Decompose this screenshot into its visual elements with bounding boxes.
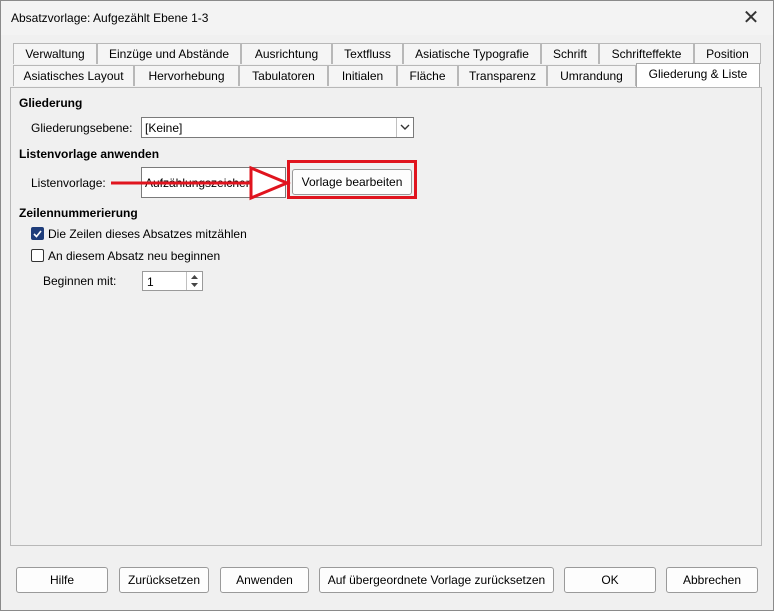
tab-asiatische-typografie[interactable]: Asiatische Typografie	[403, 43, 541, 64]
spinner-arrows-icon[interactable]	[186, 272, 202, 290]
tab-verwaltung[interactable]: Verwaltung	[13, 43, 97, 64]
start-with-spinner[interactable]: 1	[142, 271, 203, 291]
line-numbering-header: Zeilennummerierung	[19, 206, 138, 220]
count-lines-label: Die Zeilen dieses Absatzes mitzählen	[48, 227, 247, 241]
outline-level-select[interactable]: [Keine]	[141, 117, 414, 138]
reset-button[interactable]: Zurücksetzen	[119, 567, 209, 593]
outline-header: Gliederung	[19, 96, 83, 110]
chevron-down-icon	[396, 118, 413, 137]
tab-ausrichtung[interactable]: Ausrichtung	[241, 43, 332, 64]
tab-schrifteffekte[interactable]: Schrifteffekte	[599, 43, 694, 64]
outline-level-value: [Keine]	[145, 121, 183, 135]
list-style-label: Listenvorlage:	[31, 176, 106, 190]
title-bar: Absatzvorlage: Aufgezählt Ebene 1-3 ✕	[1, 1, 773, 35]
tab-umrandung[interactable]: Umrandung	[547, 65, 636, 86]
window-title: Absatzvorlage: Aufgezählt Ebene 1-3	[11, 11, 209, 25]
tab-hervorhebung[interactable]: Hervorhebung	[134, 65, 239, 86]
tab-textfluss[interactable]: Textfluss	[332, 43, 403, 64]
tab-transparenz[interactable]: Transparenz	[458, 65, 547, 86]
tab-asiatisches-layout[interactable]: Asiatisches Layout	[13, 65, 134, 86]
outline-level-label: Gliederungsebene:	[31, 121, 133, 135]
close-icon[interactable]: ✕	[739, 6, 763, 30]
tab-gliederung-liste[interactable]: Gliederung & Liste	[636, 63, 760, 87]
reset-to-parent-button[interactable]: Auf übergeordnete Vorlage zurücksetzen	[319, 567, 554, 593]
annotation-highlight-box	[287, 160, 417, 199]
apply-button[interactable]: Anwenden	[220, 567, 309, 593]
start-with-label: Beginnen mit:	[43, 274, 117, 288]
tab-initialen[interactable]: Initialen	[328, 65, 397, 86]
tab-einzuege[interactable]: Einzüge und Abstände	[97, 43, 241, 64]
help-button[interactable]: Hilfe	[16, 567, 108, 593]
ok-button[interactable]: OK	[564, 567, 656, 593]
count-lines-checkbox[interactable]	[31, 227, 44, 240]
tab-position[interactable]: Position	[694, 43, 761, 64]
start-with-value: 1	[147, 275, 154, 289]
annotation-arrow-icon	[111, 165, 291, 201]
dialog-window: Absatzvorlage: Aufgezählt Ebene 1-3 ✕ Ve…	[0, 0, 774, 611]
tab-schrift[interactable]: Schrift	[541, 43, 599, 64]
list-style-header: Listenvorlage anwenden	[19, 147, 160, 161]
tab-flaeche[interactable]: Fläche	[397, 65, 458, 86]
tab-tabulatoren[interactable]: Tabulatoren	[239, 65, 328, 86]
checkmark-icon	[33, 230, 42, 238]
restart-numbering-label: An diesem Absatz neu beginnen	[48, 249, 221, 263]
restart-numbering-checkbox[interactable]	[31, 249, 44, 262]
cancel-button[interactable]: Abbrechen	[666, 567, 758, 593]
